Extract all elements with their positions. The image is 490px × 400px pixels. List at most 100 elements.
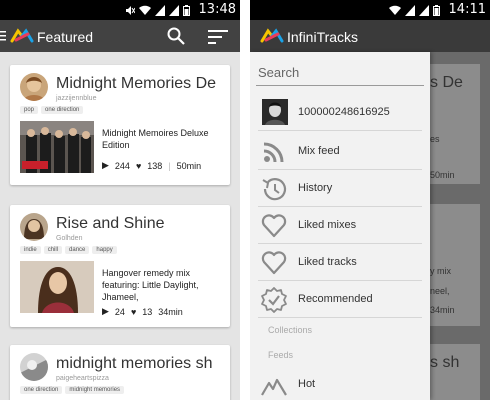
like-count: 13: [142, 306, 153, 317]
screen-title: Featured: [37, 29, 94, 45]
signal-icon: [405, 4, 415, 16]
signal-icon: [169, 4, 179, 16]
tag[interactable]: indie: [20, 246, 41, 254]
mix-feed[interactable]: Midnight Memories De jazzijennblue pop o…: [0, 52, 240, 400]
mix-card[interactable]: Rise and Shine Golhden indie chill dance…: [10, 205, 230, 327]
user-profile-item[interactable]: 100000248616925: [258, 97, 422, 131]
dimmed-text: s sh: [430, 354, 460, 371]
tag-list: one direction midnight memories: [20, 386, 125, 394]
mix-author[interactable]: paigeheartspizza: [56, 375, 109, 382]
dimmed-card: s sh: [430, 344, 480, 400]
tag-list: indie chill dance happy: [20, 246, 117, 254]
dimmed-card: s De es 50min: [430, 64, 480, 184]
status-icons: [389, 3, 440, 17]
mix-cover[interactable]: [20, 121, 94, 173]
menu-item-history[interactable]: History: [258, 170, 422, 207]
mix-description: Hangover remedy mix featuring: Little Da…: [102, 268, 199, 302]
avatar: [262, 99, 288, 125]
dimmed-text: neel,: [430, 286, 450, 296]
sort-icon[interactable]: [208, 29, 230, 45]
section-header-collections: Collections: [268, 325, 313, 335]
status-time: 13:48: [198, 2, 236, 17]
heart-icon: ♥: [135, 160, 142, 171]
like-count: 138: [147, 160, 163, 171]
menu-item-mix-feed[interactable]: Mix feed: [258, 133, 422, 170]
app-bar: Featured: [0, 20, 240, 52]
battery-icon: [433, 4, 440, 16]
play-icon: ▶: [102, 306, 109, 316]
tag[interactable]: pop: [20, 106, 39, 114]
drawer-screen: 14:11 InfiniTracks s De es 50min y mix n…: [250, 0, 490, 400]
tag[interactable]: happy: [92, 246, 117, 254]
tag-list: pop one direction: [20, 106, 84, 114]
mix-card[interactable]: midnight memories sh paigeheartspizza on…: [10, 345, 230, 400]
menu-item-label: Mix feed: [298, 145, 340, 157]
heart-icon: [261, 214, 287, 238]
status-icons: [125, 3, 190, 17]
mute-icon: [126, 5, 135, 15]
wifi-icon: [139, 5, 151, 15]
wifi-icon: [389, 5, 401, 15]
search-input[interactable]: [256, 60, 424, 85]
avatar[interactable]: [20, 213, 48, 241]
dimmed-text: 34min: [430, 305, 455, 315]
history-icon: [262, 178, 287, 201]
drawer-search[interactable]: [256, 60, 424, 86]
tag[interactable]: dance: [65, 246, 90, 254]
menu-item-liked-mixes[interactable]: Liked mixes: [258, 207, 422, 244]
app-logo-icon[interactable]: [10, 28, 34, 44]
status-time: 14:11: [448, 2, 486, 17]
divider: |: [168, 160, 171, 171]
mix-card[interactable]: Midnight Memories De jazzijennblue pop o…: [10, 65, 230, 185]
mix-author[interactable]: Golhden: [56, 235, 82, 242]
menu-item-recommended[interactable]: Recommended: [258, 281, 422, 318]
duration: 50min: [176, 160, 202, 171]
status-bar: 14:11: [250, 0, 490, 20]
tag[interactable]: one direction: [41, 106, 84, 114]
play-icon: ▶: [102, 160, 109, 170]
heart-icon: [261, 251, 287, 275]
rss-icon: [263, 142, 284, 163]
app-bar: InfiniTracks: [250, 20, 490, 52]
menu-item-label: Liked tracks: [298, 256, 357, 268]
tag[interactable]: one direction: [20, 386, 63, 394]
play-count: 244: [114, 160, 130, 171]
avatar[interactable]: [20, 353, 48, 381]
scrim[interactable]: s De es 50min y mix neel, 34min s sh: [430, 52, 490, 400]
mix-title[interactable]: midnight memories sh: [56, 355, 226, 373]
dimmed-card: y mix neel, 34min: [430, 204, 480, 326]
drawer-menu-icon[interactable]: [0, 31, 6, 41]
tag[interactable]: chill: [43, 246, 63, 254]
menu-item-hot[interactable]: Hot: [258, 366, 422, 400]
app-title: InfiniTracks: [287, 29, 359, 45]
menu-item-label: History: [298, 182, 333, 194]
dimmed-text: s De: [430, 74, 463, 91]
menu-item-liked-tracks[interactable]: Liked tracks: [258, 244, 422, 281]
avatar[interactable]: [20, 73, 48, 101]
menu-item-label: Recommended: [298, 293, 373, 305]
user-name: 100000248616925: [298, 106, 390, 118]
signal-icon: [419, 4, 429, 16]
mix-title[interactable]: Rise and Shine: [56, 215, 226, 233]
navigation-drawer: 100000248616925 Mix feed History Liked m…: [250, 52, 430, 400]
search-icon[interactable]: [167, 27, 185, 45]
mix-stats: ▶ 244 ♥ 138 | 50min: [102, 160, 201, 171]
mix-title[interactable]: Midnight Memories De: [56, 75, 226, 93]
mix-cover[interactable]: [20, 261, 94, 313]
battery-icon: [183, 4, 190, 16]
check-badge-icon: [261, 287, 287, 313]
menu-item-label: Liked mixes: [298, 219, 357, 231]
dimmed-text: y mix: [430, 266, 451, 276]
dimmed-text: 50min: [430, 170, 455, 180]
app-logo-icon[interactable]: [260, 28, 284, 44]
mix-description: Midnight Memoires Deluxe Edition: [102, 128, 209, 150]
heart-icon: ♥: [130, 306, 137, 317]
duration: 34min: [158, 306, 183, 317]
mix-stats: ▶ 24 ♥ 13 34min: [102, 306, 183, 317]
play-count: 24: [114, 306, 125, 317]
mountain-icon: [261, 378, 287, 396]
mix-author[interactable]: jazzijennblue: [56, 95, 96, 102]
dimmed-text: es: [430, 134, 440, 144]
tag[interactable]: midnight memories: [65, 386, 125, 394]
signal-icon: [155, 4, 165, 16]
